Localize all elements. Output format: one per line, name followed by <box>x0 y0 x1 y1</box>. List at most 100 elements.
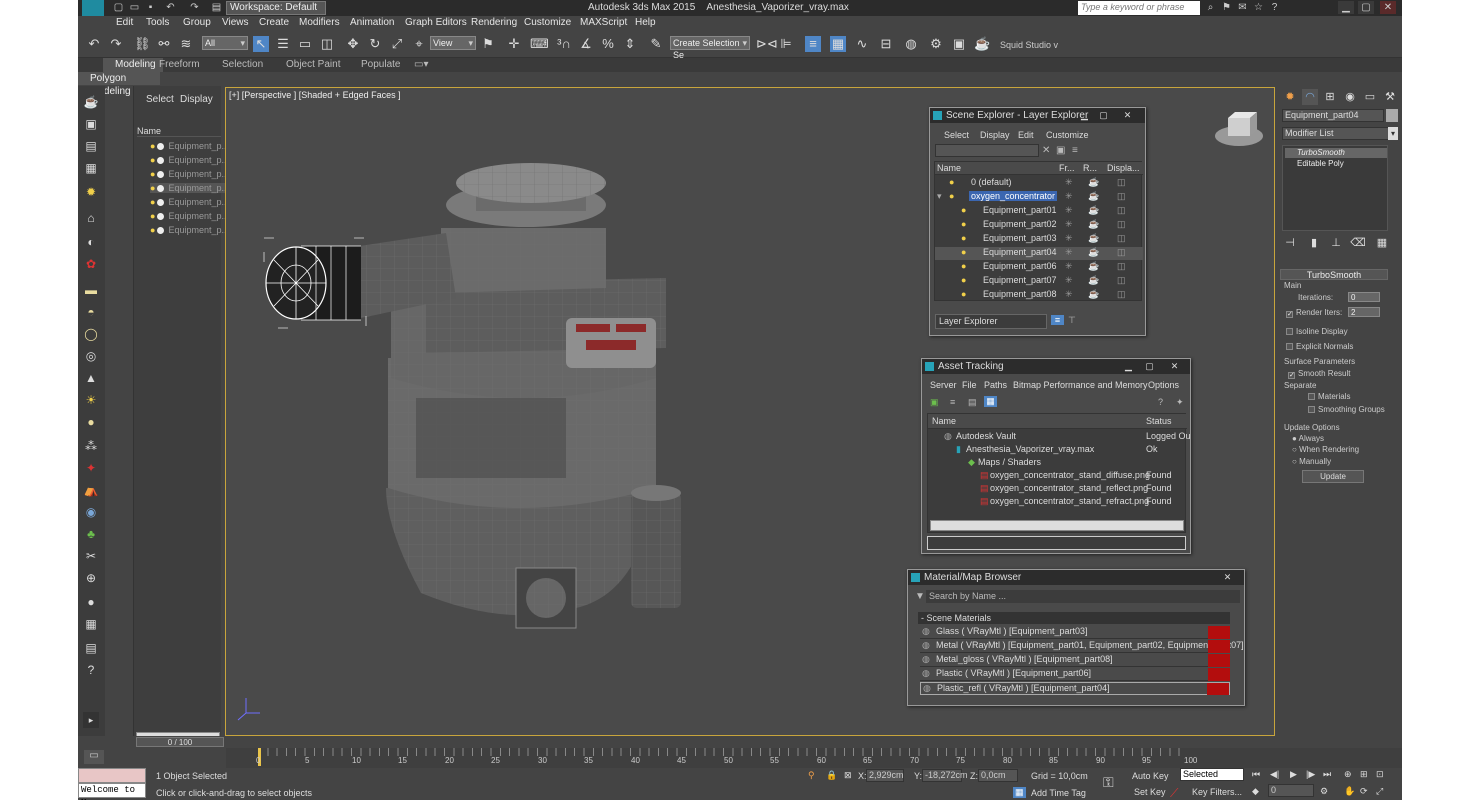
menu-help[interactable]: Help <box>635 17 656 28</box>
when-rendering-radio[interactable]: ○ When Rendering <box>1292 445 1359 454</box>
layer-explorer-icon[interactable]: ≡ <box>805 36 821 52</box>
material-browser-title[interactable]: Material/Map Browser <box>908 570 1244 585</box>
filter-input[interactable] <box>935 144 1039 157</box>
edit-named-selection-icon[interactable]: ✎ <box>648 36 664 52</box>
close-button[interactable]: ✕ <box>1380 1 1396 14</box>
time-config-icon[interactable]: ⚙ <box>1320 786 1328 797</box>
studio-label[interactable]: Squid Studio v <box>1000 40 1058 50</box>
save-file-icon[interactable]: ▪ <box>144 2 157 14</box>
workspace-dropdown[interactable]: Workspace: Default <box>226 1 326 15</box>
selection-set-dropdown[interactable]: Selected <box>1180 768 1244 781</box>
time-slider[interactable]: 0 / 100 <box>78 736 1402 748</box>
close-button[interactable]: ✕ <box>1220 571 1235 583</box>
clipboard-icon[interactable]: ▤ <box>83 640 99 656</box>
menu-customize[interactable]: Customize <box>1046 130 1089 140</box>
zoom-icon[interactable]: ⊕ <box>1344 769 1352 780</box>
scene-row[interactable]: ● Equipment_p... <box>150 141 229 151</box>
link-icon[interactable]: ⛓ <box>134 36 151 52</box>
geosphere-icon[interactable]: ● <box>83 414 99 430</box>
modifier-list-dropdown[interactable]: Modifier List <box>1282 127 1390 140</box>
help-search-input[interactable]: Type a keyword or phrase <box>1078 1 1200 15</box>
open-file-icon[interactable]: ▭ <box>128 2 141 14</box>
x-coordinate-field[interactable]: 2,929cm <box>866 769 904 782</box>
scene-row[interactable]: ● Equipment_p... <box>150 211 229 221</box>
new-file-icon[interactable]: ▢ <box>112 2 125 14</box>
key-mode-icon[interactable]: ◆ <box>1252 786 1259 797</box>
keyboard-shortcut-icon[interactable]: ⌨ <box>530 36 549 52</box>
scene-row[interactable]: ● Equipment_p... <box>150 155 229 165</box>
teapot-icon[interactable]: ☕ <box>83 94 99 110</box>
pan-icon[interactable]: ✋ <box>1344 786 1355 797</box>
grid-icon[interactable]: ▦ <box>83 160 99 176</box>
pin-stack-icon[interactable]: ⊣ <box>1282 235 1298 251</box>
undo-icon[interactable]: ↶ <box>164 2 177 14</box>
list-view-icon[interactable]: ≡ <box>950 397 955 407</box>
menu-rendering[interactable]: Rendering <box>471 17 517 28</box>
lock-selection-icon[interactable]: 🔒 <box>826 770 837 781</box>
object-name-field[interactable]: Equipment_part04 <box>1282 109 1384 122</box>
layer-row[interactable]: ● Equipment_part02 ✳ ☕ ◫ <box>935 219 1143 232</box>
window-crossing-icon[interactable]: ◫ <box>319 36 335 52</box>
key-filters-button[interactable]: Key Filters... <box>1192 787 1242 797</box>
add-time-tag[interactable]: Add Time Tag <box>1031 788 1086 798</box>
zoom-icon[interactable]: ⊕ <box>83 570 99 586</box>
track-bar-icon[interactable]: ▭ <box>84 750 104 764</box>
chevron-down-icon[interactable]: ▾ <box>1388 127 1398 140</box>
menu-views[interactable]: Views <box>222 17 249 28</box>
communication-icon[interactable]: ✉ <box>1236 2 1249 14</box>
layer-row[interactable]: ● Equipment_part03 ✳ ☕ ◫ <box>935 233 1143 246</box>
layer-row[interactable]: ● Equipment_part07 ✳ ☕ ◫ <box>935 275 1143 288</box>
create-tab-icon[interactable]: ✹ <box>1282 89 1298 105</box>
show-end-result-icon[interactable]: ▮ <box>1306 235 1322 251</box>
always-radio[interactable]: ● Always <box>1292 434 1324 443</box>
prev-frame-icon[interactable]: ◀| <box>1270 769 1279 780</box>
ribbon-options-icon[interactable]: ▭▾ <box>414 59 428 70</box>
go-to-end-icon[interactable]: ⏭ <box>1323 769 1331 780</box>
pin-icon[interactable]: ✦ <box>1176 397 1184 408</box>
foliage-icon[interactable]: ♣ <box>83 526 99 542</box>
asset-tracking-dialog[interactable]: Asset Tracking ▁ ▢ ✕ Server File Paths B… <box>921 358 1191 554</box>
display-tab-icon[interactable]: ▭ <box>1362 89 1378 105</box>
tab-object-paint[interactable]: Object Paint <box>286 59 340 70</box>
motion-tab-icon[interactable]: ◉ <box>1342 89 1358 105</box>
redo-icon[interactable]: ↷ <box>108 36 124 52</box>
render-iters-label[interactable]: ✓ Render Iters: <box>1286 308 1342 318</box>
maximize-button[interactable]: ▢ <box>1096 109 1111 121</box>
rendered-frame-icon[interactable]: ▣ <box>951 36 967 52</box>
pyramid-icon[interactable]: ⛺ <box>83 482 99 498</box>
reference-coordinate-dropdown[interactable]: View <box>430 36 476 50</box>
globe-icon[interactable]: ◉ <box>83 504 99 520</box>
helper-icon[interactable]: ◐ <box>83 234 99 250</box>
object-color-swatch[interactable] <box>1386 109 1398 122</box>
stack-item-editable-poly[interactable]: Editable Poly <box>1285 159 1387 169</box>
hierarchy-icon[interactable]: ⊤ <box>1068 315 1076 326</box>
asset-row[interactable]: ▤ oxygen_concentrator_stand_reflect.png Fo… <box>928 483 1187 496</box>
refresh-icon[interactable]: ▣ <box>930 397 939 408</box>
track-bar[interactable]: ▭ 0 5 10 15 20 25 30 35 40 45 50 55 60 6… <box>84 748 1402 768</box>
col-name[interactable]: Name <box>937 163 961 173</box>
configure-sets-icon[interactable]: ▦ <box>1374 235 1390 251</box>
tab-modeling[interactable]: Modeling <box>115 59 156 70</box>
angle-snap-icon[interactable]: ∡ <box>578 36 594 52</box>
pivot-center-icon[interactable]: ⚑ <box>480 36 496 52</box>
toggle-ribbon-icon[interactable]: ▦ <box>830 36 846 52</box>
absolute-mode-icon[interactable]: ⊠ <box>844 770 852 781</box>
camera-icon[interactable]: ⌂ <box>83 210 99 226</box>
undo-icon[interactable]: ↶ <box>86 36 102 52</box>
zoom-extents-icon[interactable]: ⊡ <box>1376 769 1384 780</box>
orbit-icon[interactable]: ⟳ <box>1360 786 1368 797</box>
clear-filter-icon[interactable]: ✕ <box>1042 145 1050 156</box>
layer-row-selected[interactable]: ▾ ● oxygen_concentrator ✳ ☕ ◫ <box>935 191 1143 204</box>
render-setup-icon[interactable]: ⚙ <box>928 36 944 52</box>
col-name[interactable]: Name <box>932 416 956 426</box>
menu-create[interactable]: Create <box>259 17 289 28</box>
smooth-result-checkbox[interactable]: ✓ Smooth Result <box>1288 369 1350 379</box>
remove-modifier-icon[interactable]: ⌫ <box>1350 235 1366 251</box>
minimize-button[interactable]: ▁ <box>1077 109 1092 121</box>
menu-customize[interactable]: Customize <box>524 17 571 28</box>
sphere-white-icon[interactable]: ● <box>83 594 99 610</box>
asset-row[interactable]: ◆ Maps / Shaders <box>928 457 1187 470</box>
scene-tab-display[interactable]: Display <box>180 94 213 105</box>
maximize-viewport-icon[interactable]: ⤢ <box>1376 786 1383 797</box>
menu-modifiers[interactable]: Modifiers <box>299 17 340 28</box>
